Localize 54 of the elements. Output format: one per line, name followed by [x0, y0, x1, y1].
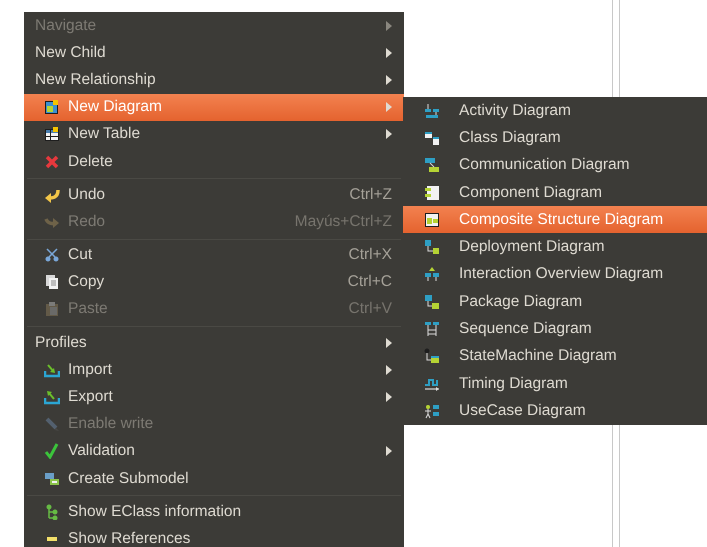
diagram-icon — [424, 130, 440, 146]
shortcut-text: Ctrl+C — [348, 273, 392, 292]
menu-item[interactable]: UseCase Diagram — [403, 397, 707, 425]
menu-item[interactable]: Export — [24, 383, 404, 411]
table-icon — [44, 126, 60, 142]
menu-item[interactable]: Delete — [24, 148, 404, 176]
menu-item[interactable]: Interaction Overview Diagram — [403, 260, 707, 288]
export-icon — [44, 389, 60, 406]
menu-item[interactable]: Profiles — [24, 329, 404, 356]
menu-item[interactable]: Undo Ctrl+Z — [24, 181, 404, 208]
submodel-icon — [44, 470, 60, 487]
menu-item[interactable]: Cut Ctrl+X — [24, 242, 404, 269]
diagram-icon — [424, 102, 440, 119]
menu-item[interactable]: New Relationship — [24, 66, 404, 94]
diagram-icon — [44, 99, 60, 116]
menu-item[interactable]: Import — [24, 356, 404, 384]
menu-item[interactable]: Timing Diagram — [403, 370, 707, 398]
shortcut-text: Mayús+Ctrl+Z — [294, 212, 392, 231]
diagram-icon — [424, 239, 440, 256]
diagram-icon — [424, 212, 440, 228]
import-icon — [44, 362, 60, 378]
diagram-icon — [424, 402, 440, 419]
diagram-icon — [424, 266, 440, 282]
clipboard-icon — [44, 301, 60, 318]
shortcut-text: Ctrl+Z — [349, 186, 392, 204]
menu-item[interactable]: New Table — [24, 120, 404, 148]
menu-item[interactable]: Deployment Diagram — [403, 233, 707, 261]
diagram-icon — [424, 348, 440, 364]
references-icon — [47, 536, 57, 541]
shortcut-text: Ctrl+V — [348, 300, 392, 318]
menu-item[interactable]: Copy Ctrl+C — [24, 268, 404, 296]
tree-icon — [44, 504, 60, 520]
pencil-icon — [44, 416, 60, 432]
menu-item[interactable]: Class Diagram — [403, 124, 707, 152]
menu-item[interactable]: Package Diagram — [403, 288, 707, 316]
menu-item[interactable]: Sequence Diagram — [403, 315, 707, 343]
menu-item[interactable]: Show References — [24, 525, 404, 547]
diagram-icon — [424, 294, 440, 310]
menu-item[interactable]: Show EClass information — [24, 498, 404, 526]
menu-item[interactable]: New Child — [24, 39, 404, 66]
diagram-icon — [424, 184, 440, 201]
documents-icon — [44, 274, 60, 290]
scissors-icon — [44, 247, 60, 264]
delete-icon — [44, 154, 60, 170]
diagram-icon — [424, 157, 440, 174]
menu-item[interactable]: Create Submodel — [24, 465, 404, 492]
checkmark-icon — [44, 443, 60, 460]
shortcut-text: Ctrl+X — [348, 246, 392, 264]
menu-item[interactable]: Communication Diagram — [403, 152, 707, 179]
menu-item[interactable]: StateMachine Diagram — [403, 342, 707, 370]
menu-item[interactable]: Activity Diagram — [403, 97, 707, 124]
menu-item[interactable]: Validation — [24, 438, 404, 465]
diagram-icon — [424, 321, 440, 338]
menu-item[interactable]: Component Diagram — [403, 178, 707, 206]
